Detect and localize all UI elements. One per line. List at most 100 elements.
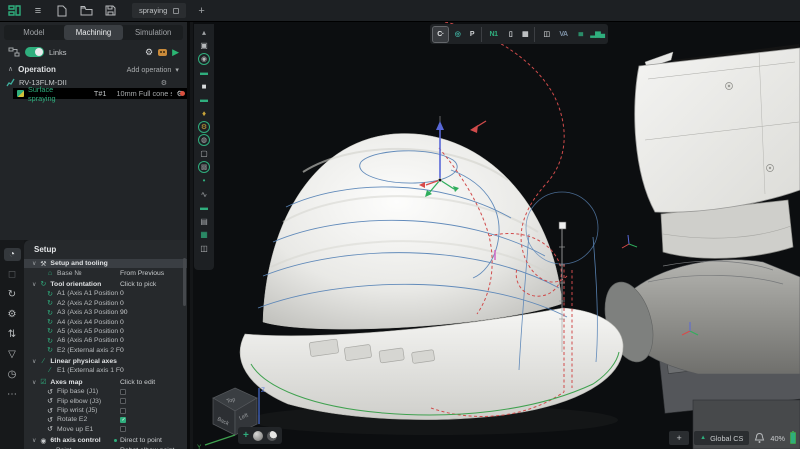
- fit-view-icon[interactable]: +: [243, 430, 249, 441]
- setup-row[interactable]: ↻ A6 (Axis A6 Position 0: [24, 336, 187, 345]
- setup-row[interactable]: ↻ E2 (External axis 2 F 0: [24, 346, 187, 355]
- strip-icon[interactable]: ▴: [198, 26, 211, 38]
- checkbox[interactable]: [120, 426, 126, 432]
- setup-row[interactable]: Point Robot elbow point: [24, 445, 187, 449]
- tab-preview-icon[interactable]: [173, 8, 179, 14]
- mode-tab[interactable]: Model: [4, 25, 64, 40]
- chevron-down-icon[interactable]: ∨: [32, 437, 36, 444]
- setup-row[interactable]: ↺ Flip elbow (J3): [24, 396, 187, 405]
- shaded-sphere-icon[interactable]: [253, 431, 263, 441]
- strip-icon[interactable]: ▬: [198, 67, 211, 79]
- strip-icon[interactable]: ⇅: [4, 328, 21, 341]
- menu-icon[interactable]: ≡: [30, 4, 46, 18]
- setup-row[interactable]: ↻ A2 (Axis A2 Position 0: [24, 299, 187, 308]
- toolbar-icon[interactable]: N1: [486, 27, 501, 42]
- links-toggle[interactable]: [25, 47, 44, 57]
- strip-icon[interactable]: ▽: [4, 348, 21, 361]
- toolbar-icon[interactable]: ▦: [520, 27, 535, 42]
- strip-icon[interactable]: ▤: [198, 215, 211, 227]
- strip-icon[interactable]: ∿: [198, 188, 211, 200]
- strip-icon[interactable]: ■: [198, 80, 211, 92]
- row-value[interactable]: Click to pick: [120, 281, 156, 288]
- strip-icon[interactable]: ⚙: [198, 121, 210, 133]
- strip-icon[interactable]: ▬: [198, 202, 211, 214]
- save-icon[interactable]: [102, 4, 118, 18]
- row-value[interactable]: 0: [120, 300, 124, 307]
- collapse-icon[interactable]: ∧: [8, 65, 13, 73]
- chevron-down-icon[interactable]: ∨: [32, 358, 36, 365]
- tree-row-operation[interactable]: Surface spraying T#1 10mm Full cone spr …: [13, 88, 187, 99]
- viewport-canvas[interactable]: Top Back Left Z Y: [193, 22, 800, 449]
- row-value[interactable]: 90: [120, 309, 128, 316]
- strip-icon[interactable]: ⚙: [4, 308, 21, 321]
- mode-tab[interactable]: Machining: [64, 25, 124, 40]
- strip-icon[interactable]: ▩: [198, 161, 210, 173]
- strip-icon[interactable]: ◔: [4, 248, 21, 261]
- notifications-bell-icon[interactable]: [754, 432, 765, 444]
- new-document-button[interactable]: +: [198, 5, 204, 17]
- row-value[interactable]: 0: [120, 337, 124, 344]
- zoom-level[interactable]: 40%: [770, 434, 785, 443]
- checkbox[interactable]: [120, 417, 126, 423]
- strip-icon[interactable]: ◉: [198, 53, 210, 65]
- document-tab[interactable]: spraying: [132, 3, 186, 18]
- global-cs-selector[interactable]: ▲ Global CS: [694, 431, 749, 445]
- row-value[interactable]: From Previous: [120, 270, 164, 277]
- toolbar-icon[interactable]: P: [467, 27, 482, 42]
- strip-icon[interactable]: ◫: [198, 242, 211, 254]
- add-operation-button[interactable]: Add operation ▾: [127, 65, 179, 74]
- setup-row[interactable]: ⌂ Base № From Previous: [24, 268, 187, 277]
- robot-gear-icon[interactable]: ⚙: [161, 79, 167, 87]
- setup-row[interactable]: ∨ ↻ Tool orientation Click to pick: [24, 280, 187, 289]
- setup-row[interactable]: ∕ E1 (External axis 1 F 0: [24, 366, 187, 375]
- setup-row[interactable]: ↺ Move up E1: [24, 425, 187, 434]
- operation-settings-icon[interactable]: ⚙: [145, 47, 153, 58]
- chevron-down-icon[interactable]: ∨: [32, 260, 36, 267]
- setup-row[interactable]: ∨ ⚒ Setup and tooling: [24, 259, 187, 268]
- strip-icon[interactable]: ▢: [198, 148, 211, 160]
- robot-model[interactable]: [597, 44, 800, 449]
- strip-icon[interactable]: ⋯: [4, 388, 21, 401]
- setup-row[interactable]: ↺ Flip wrist (J5): [24, 406, 187, 415]
- setup-row[interactable]: ↺ Rotate E2: [24, 415, 187, 424]
- checkbox[interactable]: [120, 408, 126, 414]
- robot-head-icon[interactable]: [158, 49, 167, 56]
- setup-scrollbar[interactable]: [183, 258, 186, 306]
- setup-row[interactable]: ∨ ∕ Linear physical axes: [24, 357, 187, 366]
- checkbox[interactable]: [120, 398, 126, 404]
- chevron-down-icon[interactable]: ∨: [32, 379, 36, 386]
- toolbar-icon[interactable]: ◎: [450, 27, 465, 42]
- open-file-icon[interactable]: [78, 4, 94, 18]
- strip-icon[interactable]: ↻: [4, 288, 21, 301]
- row-value[interactable]: 0: [120, 290, 124, 297]
- toolbar-icon[interactable]: ≣: [573, 27, 588, 42]
- strip-icon[interactable]: ◷: [4, 368, 21, 381]
- toolbar-icon[interactable]: VA: [556, 27, 571, 42]
- setup-row[interactable]: ↻ A5 (Axis A5 Position 0: [24, 327, 187, 336]
- strip-icon[interactable]: •: [198, 175, 211, 187]
- setup-row[interactable]: ↻ A1 (Axis A1 Position 0: [24, 289, 187, 298]
- row-value[interactable]: Direct to point: [120, 437, 162, 444]
- setup-row[interactable]: ↻ A4 (Axis A4 Position 0: [24, 317, 187, 326]
- strip-icon[interactable]: ▣: [198, 40, 211, 52]
- add-cs-button[interactable]: +: [669, 431, 689, 445]
- setup-row[interactable]: ↺ Flip base (J1): [24, 387, 187, 396]
- setup-row[interactable]: ∨ ◉ 6th axis control Direct to point: [24, 436, 187, 445]
- chevron-down-icon[interactable]: ∨: [32, 281, 36, 288]
- row-value[interactable]: Click to edit: [120, 379, 155, 386]
- viewport[interactable]: ▴ ▣ ◉ ▬ ■ ▬ ♦ ⚙ ◍ ▢ ▩ •: [193, 22, 800, 449]
- strip-icon[interactable]: ▬: [198, 94, 211, 106]
- toolbar-icon[interactable]: ◫: [539, 27, 554, 42]
- strip-icon[interactable]: ▦: [198, 229, 211, 241]
- row-value[interactable]: 0: [120, 347, 124, 354]
- toolbar-icon[interactable]: C·: [433, 27, 448, 42]
- mode-tab[interactable]: Simulation: [123, 25, 183, 40]
- strip-icon[interactable]: ♦: [198, 107, 211, 119]
- play-icon[interactable]: ▶: [172, 47, 179, 58]
- helmet-model[interactable]: [240, 134, 623, 435]
- setup-row[interactable]: ∨ ☑ Axes map Click to edit: [24, 378, 187, 387]
- row-value[interactable]: 0: [120, 319, 124, 326]
- row-value[interactable]: 0: [120, 328, 124, 335]
- toolbar-icon[interactable]: ▯: [503, 27, 518, 42]
- new-file-icon[interactable]: [54, 4, 70, 18]
